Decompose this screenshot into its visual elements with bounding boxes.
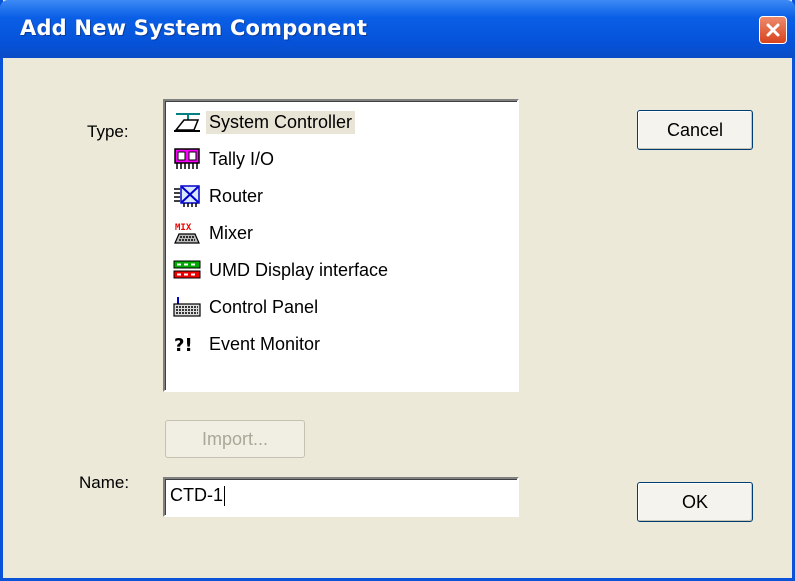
dialog-window: Add New System Component Type: System Co… xyxy=(0,0,795,581)
list-item-label: Router xyxy=(209,185,264,206)
name-label: Name: xyxy=(79,473,130,492)
text-caret xyxy=(224,486,225,507)
umd-display-icon xyxy=(171,257,203,283)
svg-text:MIX: MIX xyxy=(175,223,192,233)
title-bar[interactable]: Add New System Component xyxy=(0,0,795,58)
list-item-tally-io[interactable]: Tally I/O xyxy=(171,144,277,174)
event-monitor-icon: ?! xyxy=(171,331,203,357)
cancel-button[interactable]: Cancel xyxy=(637,110,753,150)
list-item-mixer[interactable]: MIX Mixer xyxy=(171,218,256,248)
system-controller-icon xyxy=(171,109,203,135)
list-item-label: Event Monitor xyxy=(209,333,321,354)
list-item-control-panel[interactable]: Control Panel xyxy=(171,292,321,322)
list-item-router[interactable]: Router xyxy=(171,181,266,211)
import-button-label: Import... xyxy=(201,428,268,449)
list-item-label: Mixer xyxy=(209,222,253,243)
dialog-title: Add New System Component xyxy=(20,16,368,40)
svg-text:?!: ?! xyxy=(174,335,193,356)
close-icon xyxy=(766,23,780,37)
list-item-label: Tally I/O xyxy=(209,148,275,169)
type-label: Type: xyxy=(87,122,129,141)
control-panel-icon xyxy=(171,294,203,320)
import-button: Import... xyxy=(165,420,305,458)
list-item-event-monitor[interactable]: ?! Event Monitor xyxy=(171,329,323,359)
name-input-value: CTD-1 xyxy=(170,485,223,505)
list-item-umd-display-interface[interactable]: UMD Display interface xyxy=(171,255,391,285)
ok-button[interactable]: OK xyxy=(637,482,753,522)
list-item-label: Control Panel xyxy=(209,296,319,317)
tally-io-icon xyxy=(171,146,203,172)
list-item-label: UMD Display interface xyxy=(209,259,389,280)
name-input[interactable]: CTD-1 xyxy=(163,477,519,517)
list-item-label: System Controller xyxy=(206,110,356,134)
list-item-system-controller[interactable]: System Controller xyxy=(171,107,356,137)
close-button[interactable] xyxy=(759,16,787,44)
router-icon xyxy=(171,183,203,209)
mixer-icon: MIX xyxy=(171,220,203,246)
component-type-list[interactable]: System Controller Tally I/O Router MIX M… xyxy=(163,99,519,392)
